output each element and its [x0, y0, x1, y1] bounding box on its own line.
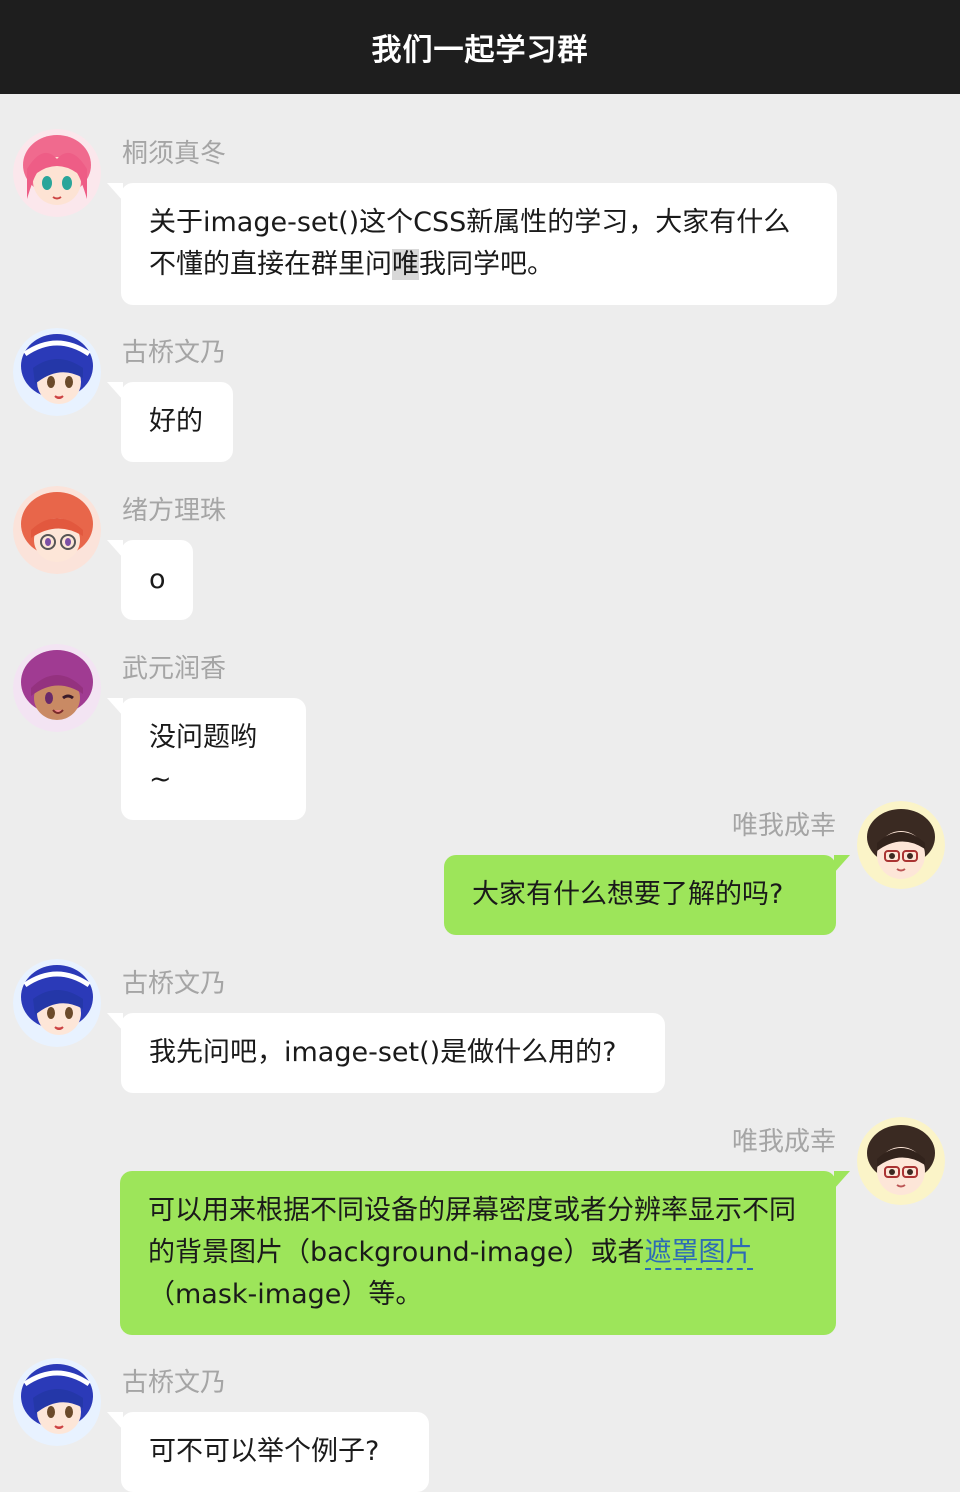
message-bubble[interactable]: o — [107, 540, 193, 620]
sender-name: 古桥文乃 — [122, 969, 227, 999]
blue-hair-girl-avatar[interactable] — [13, 959, 101, 1047]
message-bubble[interactable]: 没问题哟~ — [107, 698, 306, 820]
message-text: （mask-image）等。 — [148, 1279, 423, 1310]
blue-hair-girl-avatar[interactable] — [13, 1358, 101, 1446]
message-bubble[interactable]: 大家有什么想要了解的吗? — [444, 855, 850, 935]
sender-name: 唯我成幸 — [731, 1127, 836, 1157]
sender-name: 桐须真冬 — [122, 139, 227, 169]
sender-name: 武元润香 — [122, 654, 227, 684]
message-list[interactable]: 桐须真冬 关于image-set()这个CSS新属性的学习，大家有什么不懂的直接… — [0, 94, 960, 1492]
chat-header: 我们一起学习群 — [0, 0, 960, 94]
message-text: 我同学吧。 — [419, 249, 554, 280]
message-bubble[interactable]: 可以用来根据不同设备的屏幕密度或者分辨率显示不同的背景图片（background… — [120, 1171, 850, 1335]
message-text: 没问题哟~ — [149, 722, 257, 795]
sender-name: 绪方理珠 — [122, 496, 227, 526]
message-text: 大家有什么想要了解的吗? — [472, 879, 784, 910]
pink-hair-girl-avatar[interactable] — [13, 129, 101, 217]
message-text: 我先问吧，image-set()是做什么用的? — [149, 1037, 617, 1068]
sender-name: 古桥文乃 — [122, 338, 227, 368]
message-text: o — [149, 564, 166, 595]
purple-hair-girl-avatar[interactable] — [13, 644, 101, 732]
selected-text-highlight: 唯 — [392, 249, 419, 280]
blue-hair-girl-avatar[interactable] — [13, 328, 101, 416]
mask-image-link[interactable]: 遮罩图片 — [644, 1237, 753, 1270]
message-bubble[interactable]: 可不可以举个例子? — [107, 1412, 429, 1492]
sender-name: 唯我成幸 — [731, 811, 836, 841]
brown-hair-boy-avatar[interactable] — [857, 801, 945, 889]
brown-hair-boy-avatar[interactable] — [857, 1117, 945, 1205]
message-bubble[interactable]: 关于image-set()这个CSS新属性的学习，大家有什么不懂的直接在群里问唯… — [107, 183, 837, 305]
message-text: 好的 — [149, 406, 203, 437]
message-bubble[interactable]: 我先问吧，image-set()是做什么用的? — [107, 1013, 665, 1093]
message-text: 可不可以举个例子? — [149, 1436, 380, 1467]
sender-name: 古桥文乃 — [122, 1368, 227, 1398]
orange-hair-glasses-girl-avatar[interactable] — [13, 486, 101, 574]
group-title: 我们一起学习群 — [371, 33, 589, 68]
message-bubble[interactable]: 好的 — [107, 382, 233, 462]
